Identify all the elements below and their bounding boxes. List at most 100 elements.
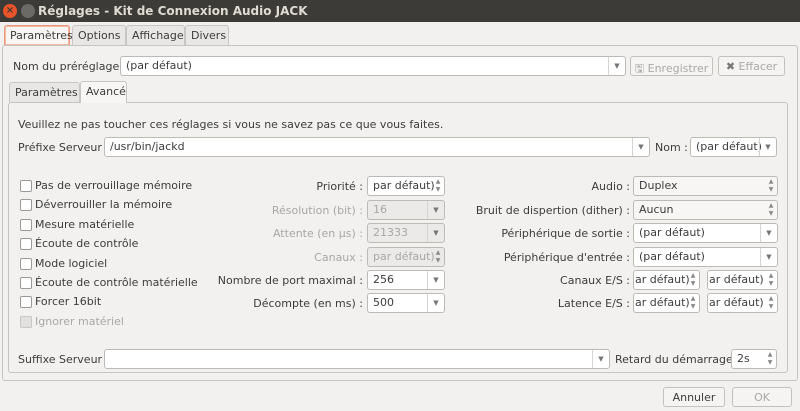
- field-value: Aucun: [639, 203, 674, 216]
- title-bar: × Réglages - Kit de Connexion Audio JACK: [0, 0, 800, 22]
- chevron-down-icon: ▼: [592, 350, 609, 368]
- inner-tab-parametres[interactable]: Paramètres: [9, 82, 80, 102]
- start-delay-label: Retard du démarrage :: [615, 353, 740, 366]
- field-label: Périphérique de sortie :: [501, 227, 630, 240]
- spin-arrows-icon[interactable]: ▲ ▼: [764, 350, 776, 368]
- clear-icon: ✖: [725, 60, 736, 73]
- spinbox[interactable]: ar défaut) ▲ ▼: [633, 293, 700, 313]
- checkbox-label: Ignorer matériel: [35, 315, 124, 328]
- save-icon: 🖫: [634, 62, 645, 75]
- start-delay-value: 2s: [737, 352, 750, 365]
- field-value: ar défaut): [635, 273, 690, 286]
- field-value: (par défaut): [639, 250, 705, 263]
- field-value: Duplex: [639, 179, 678, 192]
- spin-arrows-icon[interactable]: ▲ ▼: [765, 294, 777, 312]
- field-label: Attente (en µs) :: [272, 227, 363, 240]
- spin-arrows-icon[interactable]: ▲ ▼: [687, 271, 699, 289]
- field-value: 21333: [373, 226, 408, 239]
- ok-button[interactable]: OK: [732, 387, 792, 407]
- chevron-down-icon: ▼: [760, 224, 777, 242]
- updown-icon: ▲ ▼: [768, 178, 774, 193]
- server-suffix-combo[interactable]: ▼: [104, 349, 610, 369]
- field-label: Priorité :: [316, 180, 363, 193]
- warning-text: Veuillez ne pas toucher ces réglages si …: [18, 118, 444, 131]
- clear-label: Effacer: [738, 60, 778, 73]
- server-prefix-combo[interactable]: /usr/bin/jackd ▼: [104, 137, 650, 157]
- field-combo[interactable]: Aucun ▲ ▼: [633, 200, 778, 220]
- updown-icon: ▲ ▼: [768, 202, 774, 217]
- tab-parametres[interactable]: Paramètres: [4, 25, 73, 45]
- checkbox[interactable]: [20, 296, 32, 308]
- close-icon[interactable]: ×: [3, 4, 17, 18]
- checkbox[interactable]: [20, 180, 32, 192]
- chevron-down-icon: ▼: [632, 138, 649, 156]
- field-label: Bruit de dispertion (dither) :: [475, 204, 630, 217]
- field-value: 500: [373, 296, 394, 309]
- field-label: Canaux :: [314, 251, 363, 264]
- chevron-down-icon: ▼: [759, 138, 776, 156]
- field-label: Périphérique d'entrée :: [503, 251, 630, 264]
- field-label: Latence E/S :: [557, 297, 630, 310]
- checkbox[interactable]: [20, 238, 32, 250]
- field-value: ar défaut): [635, 296, 690, 309]
- field-value: par défaut): [373, 250, 435, 263]
- field-label: Nombre de port maximal :: [217, 274, 363, 287]
- checkbox-label: Écoute de contrôle: [35, 237, 139, 250]
- name-combo[interactable]: (par défaut) ▼: [690, 137, 777, 157]
- tab-affichage[interactable]: Affichage: [126, 25, 185, 45]
- field-input: par défaut) ▲ ▼: [367, 247, 445, 267]
- checkbox-label: Mode logiciel: [35, 257, 108, 270]
- preset-value: (par défaut): [126, 59, 192, 72]
- spin-arrows-icon[interactable]: ▲ ▼: [765, 271, 777, 289]
- field-value: 16: [373, 203, 387, 216]
- server-suffix-label: Suffixe Serveur :: [18, 353, 110, 366]
- checkbox-label: Forcer 16bit: [35, 295, 102, 308]
- window-title: Réglages - Kit de Connexion Audio JACK: [38, 4, 308, 18]
- field-value: ar défaut): [709, 296, 764, 309]
- field-label: Résolution (bit) :: [271, 204, 363, 217]
- field-label: Canaux E/S :: [560, 274, 630, 287]
- spinbox[interactable]: ar défaut) ▲ ▼: [707, 293, 778, 313]
- checkbox[interactable]: [20, 258, 32, 270]
- field-value: 256: [373, 273, 394, 286]
- field-input[interactable]: 500 ▼: [367, 293, 445, 313]
- spinbox[interactable]: ar défaut) ▲ ▼: [633, 270, 700, 290]
- preset-combo[interactable]: (par défaut) ▼: [120, 56, 626, 76]
- spin-arrows-icon[interactable]: ▲ ▼: [687, 294, 699, 312]
- minimize-icon[interactable]: [21, 4, 35, 18]
- field-combo[interactable]: (par défaut) ▼: [633, 247, 778, 267]
- checkbox-label: Déverrouiller la mémoire: [35, 198, 173, 211]
- checkbox[interactable]: [20, 219, 32, 231]
- server-prefix-label: Préfixe Serveur :: [18, 141, 110, 154]
- checkbox[interactable]: [20, 316, 32, 328]
- name-value: (par défaut): [696, 140, 762, 153]
- field-input: 16 ▼: [367, 200, 445, 220]
- tab-options[interactable]: Options: [72, 25, 126, 45]
- field-value: ar défaut): [709, 273, 764, 286]
- save-label: Enregistrer: [647, 62, 709, 75]
- checkbox[interactable]: [20, 199, 32, 211]
- clear-button[interactable]: ✖ Effacer: [718, 56, 785, 76]
- field-input: 21333 ▼: [367, 223, 445, 243]
- chevron-down-icon: ▼: [608, 57, 625, 75]
- save-button[interactable]: 🖫 Enregistrer: [630, 56, 713, 76]
- chevron-down-icon: ▼: [760, 248, 777, 266]
- field-input[interactable]: par défaut) ▲ ▼: [367, 176, 445, 196]
- start-delay-spinbox[interactable]: 2s ▲ ▼: [731, 349, 777, 369]
- field-value: par défaut): [373, 179, 435, 192]
- field-value: (par défaut): [639, 226, 705, 239]
- spinbox[interactable]: ar défaut) ▲ ▼: [707, 270, 778, 290]
- cancel-button[interactable]: Annuler: [663, 387, 725, 407]
- inner-tab-avance[interactable]: Avancé: [80, 81, 127, 103]
- field-label: Décompte (en ms) :: [253, 297, 363, 310]
- name-label: Nom :: [655, 141, 688, 154]
- server-prefix-value: /usr/bin/jackd: [110, 140, 185, 153]
- field-input[interactable]: 256 ▼: [367, 270, 445, 290]
- checkbox[interactable]: [20, 277, 32, 289]
- tab-divers[interactable]: Divers: [185, 25, 229, 45]
- field-combo[interactable]: Duplex ▲ ▼: [633, 176, 778, 196]
- field-label: Audio :: [591, 180, 630, 193]
- field-combo[interactable]: (par défaut) ▼: [633, 223, 778, 243]
- checkbox-label: Mesure matérielle: [35, 218, 135, 231]
- preset-label: Nom du préréglage :: [13, 60, 127, 73]
